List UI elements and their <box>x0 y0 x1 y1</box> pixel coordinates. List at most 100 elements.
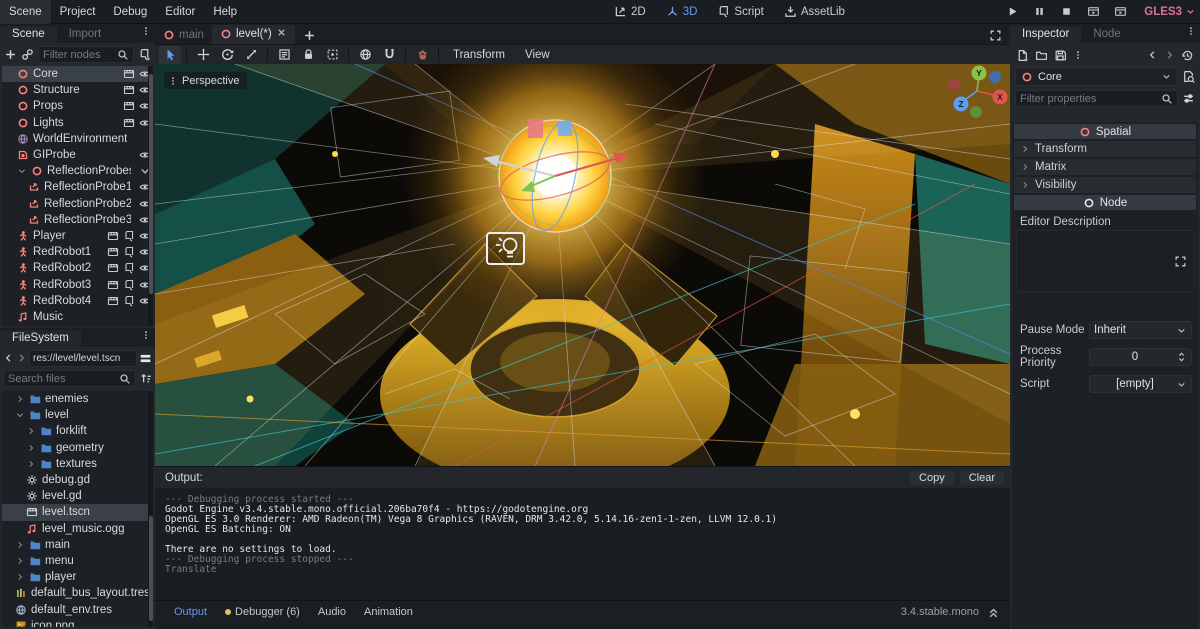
perspective-menu[interactable]: Perspective <box>164 72 247 89</box>
new-scene-tab-button[interactable] <box>295 27 324 44</box>
filter-properties-input[interactable]: Filter properties <box>1015 90 1178 107</box>
file-level.tscn[interactable]: level.tscn <box>2 504 153 520</box>
script-badge-button[interactable] <box>123 295 135 307</box>
file-level_music.ogg[interactable]: level_music.ogg <box>2 521 153 537</box>
workspace-assetlib[interactable]: AssetLib <box>776 0 853 24</box>
pause-mode-dropdown[interactable]: Inherit <box>1089 321 1192 339</box>
file-level[interactable]: level <box>2 407 153 423</box>
attach-script-button[interactable] <box>138 48 151 61</box>
scene-node-redrobot3[interactable]: RedRobot3 <box>2 276 153 292</box>
editor-description-field[interactable] <box>1016 230 1194 292</box>
instance-scene-button[interactable] <box>21 48 34 61</box>
scene-node-redrobot2[interactable]: RedRobot2 <box>2 260 153 276</box>
movie-badge-button[interactable] <box>123 100 135 112</box>
scene-node-core[interactable]: Core <box>2 66 153 82</box>
snap-tool-button[interactable] <box>378 46 400 64</box>
add-node-button[interactable] <box>4 48 17 61</box>
stop-button[interactable] <box>1056 3 1076 21</box>
script-badge-button[interactable] <box>123 279 135 291</box>
tab-node[interactable]: Node <box>1081 26 1133 43</box>
sort-files-button[interactable] <box>139 372 152 385</box>
axis-x-label[interactable]: X <box>997 92 1003 102</box>
movie-badge-button[interactable] <box>107 279 119 291</box>
expand-bottom-panel-button[interactable] <box>987 606 1000 619</box>
open-docs-button[interactable] <box>1182 70 1195 83</box>
scene-node-giprobe[interactable]: GIProbe <box>2 147 153 163</box>
lock-tool-button[interactable] <box>297 46 319 64</box>
dock-menu-button[interactable] <box>137 327 155 347</box>
movie-badge-button[interactable] <box>123 68 135 80</box>
scene-dock-menu-button[interactable] <box>137 23 155 43</box>
resource-extra-menu[interactable] <box>1073 49 1083 61</box>
bottom-tab-output[interactable]: Output <box>165 606 216 618</box>
menu-editor[interactable]: Editor <box>156 0 204 24</box>
movie-badge-button[interactable] <box>107 262 119 274</box>
file-level.gd[interactable]: level.gd <box>2 488 153 504</box>
menu-debug[interactable]: Debug <box>104 0 156 24</box>
local-space-tool-button[interactable] <box>354 46 376 64</box>
script-dropdown[interactable]: [empty] <box>1089 375 1192 393</box>
scene-node-reflectionprobe2[interactable]: ReflectionProbe2 <box>2 196 153 212</box>
workspace-3d[interactable]: 3D <box>658 0 706 24</box>
scene-tab-level[interactable]: level(*) <box>212 25 295 44</box>
scene-node-reflectionprobe3[interactable]: ReflectionProbe3 <box>2 212 153 228</box>
scene-tab-main[interactable]: main <box>155 27 212 44</box>
file-menu[interactable]: menu <box>2 553 153 569</box>
bottom-tab-audio[interactable]: Audio <box>309 606 355 618</box>
file-player[interactable]: player <box>2 569 153 585</box>
play-scene-button[interactable] <box>1083 3 1103 21</box>
scene-node-worldenvironment[interactable]: WorldEnvironment <box>2 131 153 147</box>
expand-description-button[interactable] <box>1174 255 1187 268</box>
category-node[interactable]: Node <box>1014 195 1196 210</box>
bottom-tab-debugger6[interactable]: Debugger (6) <box>216 606 309 618</box>
scene-node-music[interactable]: Music <box>2 309 153 325</box>
movie-badge-button[interactable] <box>107 246 119 258</box>
movie-badge-button[interactable] <box>107 295 119 307</box>
scene-node-reflectionprobes[interactable]: ReflectionProbes <box>2 163 153 179</box>
rotate-tool-button[interactable] <box>216 46 238 64</box>
bottom-tab-animation[interactable]: Animation <box>355 606 422 618</box>
movie-badge-button[interactable] <box>123 84 135 96</box>
list-select-tool-button[interactable] <box>273 46 295 64</box>
renderer-select[interactable]: GLES3 <box>1140 6 1200 18</box>
transform-menu[interactable]: Transform <box>444 49 514 61</box>
script-badge-button[interactable] <box>123 230 135 242</box>
nav-back-button[interactable] <box>3 352 14 364</box>
file-default_env.tres[interactable]: default_env.tres <box>2 601 153 617</box>
section-matrix[interactable]: Matrix <box>1014 159 1196 175</box>
menu-scene[interactable]: Scene <box>0 0 51 24</box>
scrollbar-thumb[interactable] <box>149 516 153 621</box>
close-tab-button[interactable] <box>276 27 287 41</box>
viewport-3d[interactable]: Perspective <box>155 64 1010 466</box>
scene-node-redrobot1[interactable]: RedRobot1 <box>2 244 153 260</box>
tab-import[interactable]: Import <box>57 26 114 43</box>
new-resource-button[interactable] <box>1016 49 1029 62</box>
filter-nodes-input[interactable]: Filter nodes <box>38 46 134 63</box>
split-mode-toggle[interactable] <box>139 352 152 365</box>
section-transform[interactable]: Transform <box>1014 141 1196 157</box>
select-tool-button[interactable] <box>159 46 181 64</box>
history-icon[interactable] <box>1181 49 1194 62</box>
workspace-script[interactable]: Script <box>709 0 771 24</box>
movie-badge-button[interactable] <box>107 230 119 242</box>
file-forklift[interactable]: forklift <box>2 423 153 439</box>
view-menu[interactable]: View <box>516 49 559 61</box>
axis-y-label[interactable]: Y <box>976 68 982 78</box>
tab-scene[interactable]: Scene <box>0 26 57 43</box>
file-main[interactable]: main <box>2 537 153 553</box>
scene-node-reflectionprobe1[interactable]: ReflectionProbe1 <box>2 179 153 195</box>
menu-help[interactable]: Help <box>204 0 246 24</box>
copy-button[interactable]: Copy <box>910 471 954 485</box>
clear-button[interactable]: Clear <box>960 471 1004 485</box>
nav-forward-button[interactable] <box>16 352 27 364</box>
group-tool-button[interactable] <box>321 46 343 64</box>
file-icon.png[interactable]: icon.png <box>2 618 153 627</box>
menu-project[interactable]: Project <box>51 0 105 24</box>
history-back-button[interactable] <box>1147 49 1158 61</box>
scene-tree-scrollbar[interactable] <box>148 66 153 326</box>
search-files-input[interactable]: Search files <box>3 370 136 387</box>
tab-inspector[interactable]: Inspector <box>1010 26 1081 43</box>
play-custom-scene-button[interactable] <box>1110 3 1130 21</box>
distraction-free-button[interactable] <box>981 27 1010 44</box>
script-badge-button[interactable] <box>123 246 135 258</box>
